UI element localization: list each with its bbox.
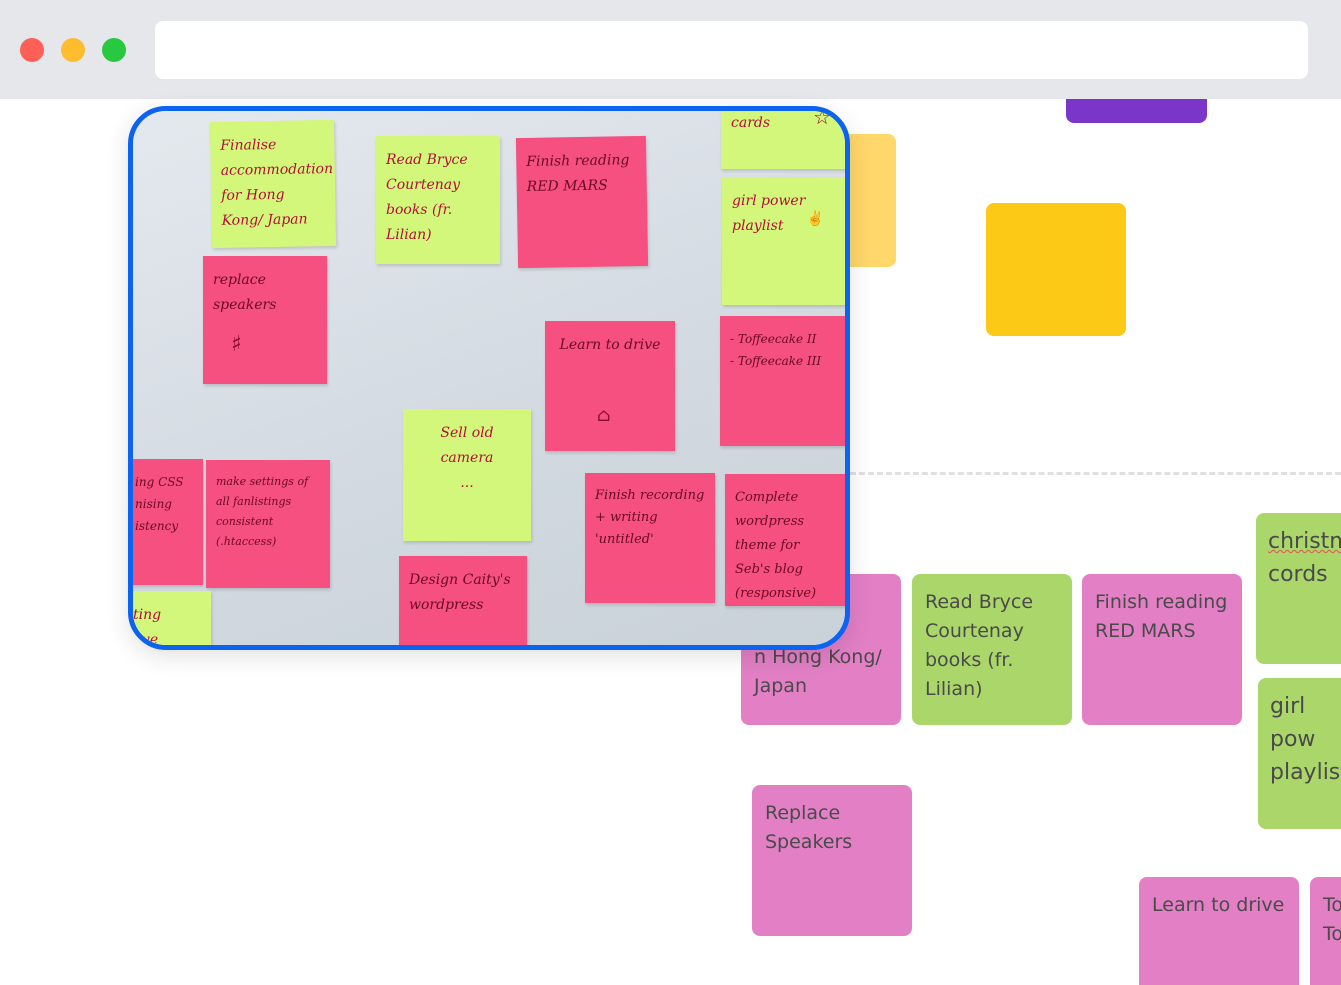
note-read-bryce-courtenay[interactable]: Read Bryce Courtenay books (fr. Lilian) bbox=[912, 574, 1072, 725]
photo-note-design-caity: Design Caity's wordpress bbox=[399, 556, 527, 645]
minimize-window-button[interactable] bbox=[61, 38, 85, 62]
photo-note-read-bryce: Read Bryce Courtenay books (fr. Lilian) bbox=[376, 136, 500, 264]
photo-note-untitled: Finish recording + writing 'untitled' bbox=[585, 473, 715, 603]
note-finish-reading-red-mars[interactable]: Finish reading RED MARS bbox=[1082, 574, 1242, 725]
photo-note-label: cards bbox=[731, 115, 771, 131]
photo-note-red-mars: Finish reading RED MARS bbox=[515, 135, 649, 269]
note-learn-to-drive[interactable]: Learn to drive bbox=[1139, 877, 1299, 985]
photo-note-live-edge: ting live bbox=[133, 591, 211, 645]
photo-note-learn-to-drive: Learn to drive ⌂ bbox=[545, 321, 675, 451]
photo-note-finalise-accommodation: Finalise accommodation for Hong Kong/ Ja… bbox=[209, 119, 337, 249]
note-label: Read Bryce Courtenay books (fr. Lilian) bbox=[925, 591, 1034, 700]
photo-note-label: girl power playlist bbox=[732, 193, 806, 234]
photo-note-girl-power: girl power playlist ✌ bbox=[722, 177, 845, 305]
photo-note-cards: cards ☆ bbox=[721, 106, 845, 169]
photo-note-toffeecake: - Toffeecake II - Toffeecake III bbox=[720, 316, 845, 446]
star-icon: ☆ bbox=[813, 106, 831, 129]
purple-shape[interactable] bbox=[1066, 99, 1207, 123]
photo-note-wordpress-theme: Complete wordpress theme for Seb's blog … bbox=[725, 474, 845, 606]
maximize-window-button[interactable] bbox=[102, 38, 126, 62]
car-doodle-icon: ⌂ bbox=[597, 405, 611, 426]
address-bar[interactable] bbox=[155, 21, 1308, 79]
sticky-notes-photo[interactable]: Finalise accommodation for Hong Kong/ Ja… bbox=[128, 106, 850, 650]
photo-note-replace-speakers: replace speakers ♯ bbox=[203, 256, 327, 384]
note-christmas-cards[interactable]: christm cords bbox=[1256, 513, 1341, 664]
speaker-doodle-icon: ♯ bbox=[231, 332, 242, 357]
note-label: Replace Speakers bbox=[765, 802, 853, 853]
note-replace-speakers[interactable]: Replace Speakers bbox=[752, 785, 912, 936]
note-label-line-2: cords bbox=[1268, 562, 1328, 587]
photo-note-fanlistings: make settings of all fanlistings consist… bbox=[206, 460, 330, 588]
note-girl-power-playlist[interactable]: girl pow playlist bbox=[1258, 678, 1341, 829]
photo-note-css-edge: ing CSS nising istency bbox=[133, 459, 203, 585]
note-toffeecake[interactable]: To To bbox=[1310, 877, 1341, 985]
note-label: Finish reading RED MARS bbox=[1095, 591, 1228, 642]
hand-icon: ✌ bbox=[806, 211, 824, 227]
photo-note-label: Learn to drive bbox=[559, 337, 661, 353]
amber-square-shape[interactable] bbox=[986, 203, 1126, 336]
note-label: Learn to drive bbox=[1152, 894, 1285, 916]
section-divider bbox=[850, 472, 1341, 475]
close-window-button[interactable] bbox=[20, 38, 44, 62]
photo-note-label: replace speakers bbox=[213, 272, 277, 313]
photo-note-sell-old-camera: Sell old camera ... bbox=[403, 409, 531, 541]
browser-chrome bbox=[0, 0, 1341, 99]
note-label-line-1: christm bbox=[1268, 529, 1341, 554]
